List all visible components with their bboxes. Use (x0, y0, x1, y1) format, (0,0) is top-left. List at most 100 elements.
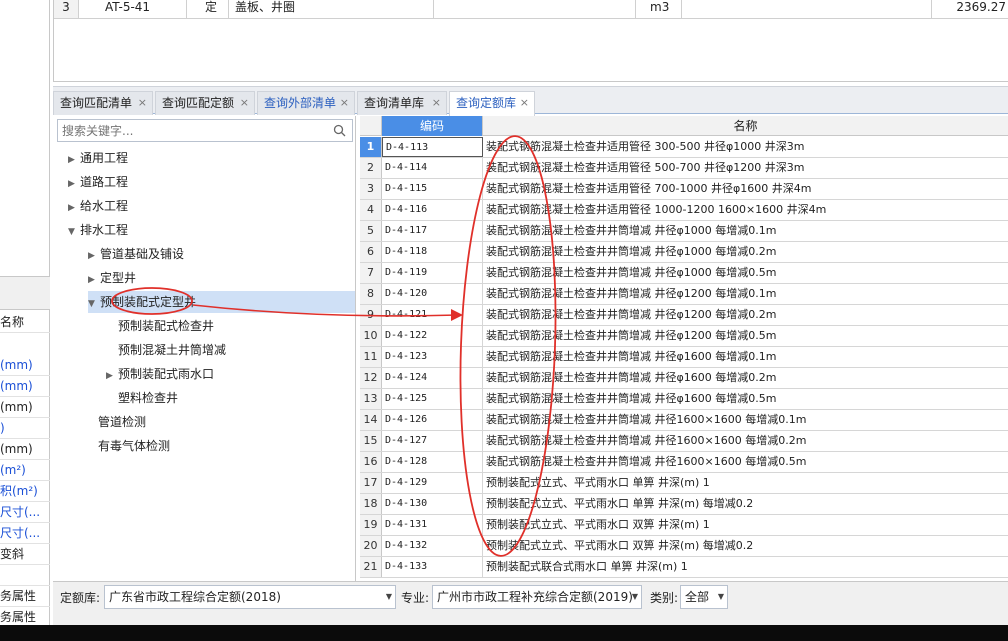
table-row[interactable]: 15 D-4-127 装配式钢筋混凝土检查井井筒增减 井径1600×1600 每增减… (360, 431, 1008, 452)
quota-code-cell[interactable]: D-4-121 (382, 305, 483, 325)
left-panel-row[interactable]: (mm) (0, 355, 50, 376)
bill-row-amount[interactable]: 2369.27 (932, 0, 1008, 19)
table-row[interactable]: 20 D-4-132 预制装配式立式、平式雨水口 双箅 井深(m) 每增减0.2 (360, 536, 1008, 557)
close-icon[interactable]: × (520, 92, 529, 114)
expand-arrow-icon[interactable]: ▶ (106, 365, 118, 387)
left-panel-row[interactable]: (mm) (0, 397, 50, 418)
category-select[interactable]: 全部 ▼ (680, 585, 728, 609)
table-row[interactable]: 7 D-4-119 装配式钢筋混凝土检查井井筒增减 井径φ1000 每增减0.5m (360, 263, 1008, 284)
quota-code-cell[interactable]: D-4-129 (382, 473, 483, 493)
table-row[interactable]: 18 D-4-130 预制装配式立式、平式雨水口 单箅 井深(m) 每增减0.2 (360, 494, 1008, 515)
row-number[interactable]: 17 (360, 473, 382, 493)
close-icon[interactable]: × (138, 92, 147, 114)
quota-code-cell[interactable]: D-4-133 (382, 557, 483, 577)
row-number[interactable]: 2 (360, 158, 382, 178)
quota-code-cell[interactable]: D-4-117 (382, 221, 483, 241)
table-row[interactable]: 14 D-4-126 装配式钢筋混凝土检查井井筒增减 井径1600×1600 每增减… (360, 410, 1008, 431)
row-number[interactable]: 15 (360, 431, 382, 451)
quota-library-select[interactable]: 广东省市政工程综合定额(2018) ▼ (104, 585, 396, 609)
row-number[interactable]: 6 (360, 242, 382, 262)
quota-name-cell[interactable]: 装配式钢筋混凝土检查井井筒增减 井径1600×1600 每增减0.1m (483, 410, 1008, 430)
table-row[interactable]: 12 D-4-124 装配式钢筋混凝土检查井井筒增减 井径φ1600 每增减0.2m (360, 368, 1008, 389)
major-select[interactable]: 广州市市政工程补充综合定额(2019) ▼ (432, 585, 642, 609)
close-icon[interactable]: × (432, 92, 441, 114)
close-icon[interactable]: × (240, 92, 249, 114)
quota-code-cell[interactable]: D-4-118 (382, 242, 483, 262)
quota-name-cell[interactable]: 预制装配式立式、平式雨水口 单箅 井深(m) 每增减0.2 (483, 494, 1008, 514)
row-number[interactable]: 1 (360, 137, 382, 157)
expand-arrow-icon[interactable]: ▶ (88, 245, 100, 267)
column-header-code[interactable]: 编码 (382, 116, 483, 136)
quota-name-cell[interactable]: 装配式钢筋混凝土检查井井筒增减 井径φ1000 每增减0.5m (483, 263, 1008, 283)
tab-quota-library[interactable]: 查询定额库 × (449, 91, 535, 116)
tab-list-library[interactable]: 查询清单库 × (357, 91, 447, 115)
quota-code-cell[interactable]: D-4-115 (382, 179, 483, 199)
quota-name-cell[interactable]: 装配式钢筋混凝土检查井井筒增减 井径φ1000 每增减0.1m (483, 221, 1008, 241)
left-panel-row[interactable]: (m²) (0, 460, 50, 481)
quota-name-cell[interactable]: 装配式钢筋混凝土检查井井筒增减 井径φ1200 每增减0.5m (483, 326, 1008, 346)
quota-code-cell[interactable]: D-4-119 (382, 263, 483, 283)
quota-code-cell[interactable]: D-4-132 (382, 536, 483, 556)
quota-code-cell[interactable]: D-4-128 (382, 452, 483, 472)
row-number[interactable]: 19 (360, 515, 382, 535)
quota-code-cell[interactable]: D-4-123 (382, 347, 483, 367)
close-icon[interactable]: × (340, 92, 349, 114)
left-panel-row[interactable]: 尺寸(... (0, 502, 50, 523)
quota-name-cell[interactable]: 预制装配式立式、平式雨水口 双箅 井深(m) 1 (483, 515, 1008, 535)
quota-code-cell[interactable]: D-4-114 (382, 158, 483, 178)
quota-code-cell[interactable]: D-4-120 (382, 284, 483, 304)
quota-name-cell[interactable]: 装配式钢筋混凝土检查井井筒增减 井径φ1600 每增减0.5m (483, 389, 1008, 409)
table-row[interactable]: 9 D-4-121 装配式钢筋混凝土检查井井筒增减 井径φ1200 每增减0.2m (360, 305, 1008, 326)
row-number[interactable]: 20 (360, 536, 382, 556)
table-row[interactable]: 1 D-4-113 装配式钢筋混凝土检查井适用管径 300-500 井径φ1000 … (360, 137, 1008, 158)
tree-node-prefab-standard-well[interactable]: ▼ 预制装配式定型井 (88, 291, 355, 313)
row-number[interactable]: 10 (360, 326, 382, 346)
tree-node-plastic-well[interactable]: 塑料检查井 (118, 387, 178, 409)
quota-name-cell[interactable]: 预制装配式立式、平式雨水口 双箅 井深(m) 每增减0.2 (483, 536, 1008, 556)
quota-code-cell[interactable]: D-4-125 (382, 389, 483, 409)
table-row[interactable]: 19 D-4-131 预制装配式立式、平式雨水口 双箅 井深(m) 1 (360, 515, 1008, 536)
quota-code-cell[interactable]: D-4-124 (382, 368, 483, 388)
quota-code-cell[interactable]: D-4-113 (382, 137, 483, 157)
quota-name-cell[interactable]: 预制装配式立式、平式雨水口 单箅 井深(m) 1 (483, 473, 1008, 493)
row-number[interactable]: 21 (360, 557, 382, 577)
expand-arrow-icon[interactable]: ▶ (68, 197, 80, 219)
table-row[interactable]: 13 D-4-125 装配式钢筋混凝土检查井井筒增减 井径φ1600 每增减0.5m (360, 389, 1008, 410)
table-row[interactable]: 17 D-4-129 预制装配式立式、平式雨水口 单箅 井深(m) 1 (360, 473, 1008, 494)
search-icon[interactable] (333, 124, 346, 137)
collapse-arrow-icon[interactable]: ▼ (88, 293, 100, 315)
bill-row-unit[interactable]: m3 (636, 0, 682, 19)
table-row[interactable]: 5 D-4-117 装配式钢筋混凝土检查井井筒增减 井径φ1000 每增减0.1m (360, 221, 1008, 242)
quota-name-cell[interactable]: 装配式钢筋混凝土检查井井筒增减 井径1600×1600 每增减0.2m (483, 431, 1008, 451)
row-number[interactable]: 7 (360, 263, 382, 283)
tab-external-list[interactable]: 查询外部清单 × (257, 91, 355, 115)
quota-name-cell[interactable]: 装配式钢筋混凝土检查井井筒增减 井径φ1600 每增减0.1m (483, 347, 1008, 367)
left-panel-row[interactable] (0, 565, 50, 586)
row-number[interactable]: 13 (360, 389, 382, 409)
table-row[interactable]: 11 D-4-123 装配式钢筋混凝土检查井井筒增减 井径φ1600 每增减0.1m (360, 347, 1008, 368)
row-number[interactable]: 5 (360, 221, 382, 241)
quota-code-cell[interactable]: D-4-131 (382, 515, 483, 535)
table-row[interactable]: 2 D-4-114 装配式钢筋混凝土检查井适用管径 500-700 井径φ1200 … (360, 158, 1008, 179)
quota-code-cell[interactable]: D-4-130 (382, 494, 483, 514)
quota-name-cell[interactable]: 装配式钢筋混凝土检查井适用管径 1000-1200 1600×1600 井深4m (483, 200, 1008, 220)
search-input[interactable] (58, 120, 328, 141)
tree-node-prefab-inspection-well[interactable]: 预制装配式检查井 (118, 315, 214, 337)
tab-match-list[interactable]: 查询匹配清单 × (53, 91, 153, 115)
bill-row-type[interactable]: 定 (187, 0, 229, 19)
expand-arrow-icon[interactable]: ▶ (88, 269, 100, 291)
bill-row-code[interactable]: AT-5-41 (79, 0, 187, 19)
quota-name-cell[interactable]: 装配式钢筋混凝土检查井适用管径 700-1000 井径φ1600 井深4m (483, 179, 1008, 199)
quota-code-cell[interactable]: D-4-127 (382, 431, 483, 451)
table-row[interactable]: 8 D-4-120 装配式钢筋混凝土检查井井筒增减 井径φ1200 每增减0.1m (360, 284, 1008, 305)
left-panel-row[interactable]: 变斜 (0, 544, 50, 565)
bill-row-feature[interactable] (434, 0, 636, 19)
row-number[interactable]: 9 (360, 305, 382, 325)
left-panel-row[interactable]: (mm) (0, 439, 50, 460)
tree-node-pipe-inspection[interactable]: 管道检测 (98, 411, 146, 433)
left-panel-row[interactable]: 务属性 (0, 586, 50, 607)
table-row[interactable]: 10 D-4-122 装配式钢筋混凝土检查井井筒增减 井径φ1200 每增减0.5m (360, 326, 1008, 347)
quota-code-cell[interactable]: D-4-122 (382, 326, 483, 346)
tree-node-general[interactable]: ▶ 通用工程 (68, 147, 128, 169)
quota-name-cell[interactable]: 装配式钢筋混凝土检查井井筒增减 井径φ1600 每增减0.2m (483, 368, 1008, 388)
